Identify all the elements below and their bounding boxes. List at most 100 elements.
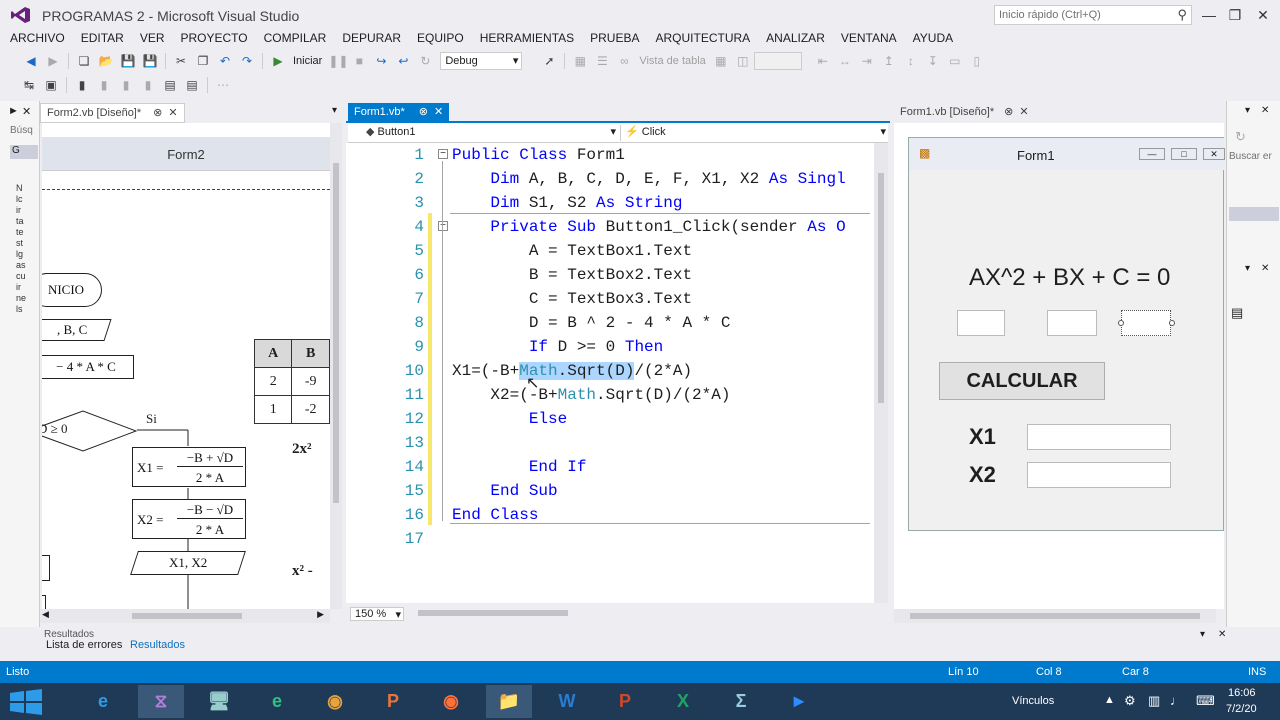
class-dropdown[interactable]: ◆ Button1 ▾ bbox=[366, 125, 616, 141]
pin-icon[interactable]: ⊗ bbox=[419, 106, 428, 118]
clock-date[interactable]: 7/2/20 bbox=[1226, 703, 1257, 715]
windows-start-icon[interactable] bbox=[8, 689, 44, 715]
close-button[interactable]: ✕ bbox=[1250, 4, 1276, 26]
toolbox-item[interactable]: as bbox=[16, 260, 36, 271]
calculate-button[interactable]: CALCULAR bbox=[939, 362, 1105, 400]
toolbox-item[interactable]: ne bbox=[16, 293, 36, 304]
toolbox-item[interactable]: lc bbox=[16, 194, 36, 205]
size-select[interactable] bbox=[753, 52, 802, 70]
pause-icon[interactable]: ❚❚ bbox=[328, 53, 348, 69]
network-icon[interactable]: ▥ bbox=[1148, 693, 1160, 709]
code-line[interactable]: End Sub bbox=[452, 479, 557, 503]
chrome-icon[interactable]: ◉ bbox=[312, 685, 358, 718]
comment-icon[interactable]: ▤ bbox=[161, 77, 179, 93]
configuration-select[interactable]: Debug ▾ bbox=[440, 52, 523, 70]
visual-studio-icon[interactable]: ⧖ bbox=[138, 685, 184, 718]
pin-icon[interactable]: ⊗ bbox=[153, 107, 162, 119]
close-icon[interactable]: ✕ bbox=[1261, 263, 1269, 274]
menu-editar[interactable]: EDITAR bbox=[73, 30, 132, 48]
explorer-icon[interactable]: 📁 bbox=[486, 685, 532, 718]
powerpoint-icon[interactable]: P bbox=[602, 685, 648, 718]
collapse-icon[interactable]: − bbox=[438, 221, 448, 231]
find-icon[interactable]: ➚ bbox=[540, 53, 558, 69]
menu-ver[interactable]: VER bbox=[132, 30, 173, 48]
toolbox-search-label[interactable]: Búsq bbox=[10, 125, 33, 136]
links-toolbar[interactable]: Vínculos bbox=[1012, 695, 1054, 707]
redo-icon[interactable]: ↷ bbox=[238, 53, 256, 69]
tab-form2-design[interactable]: Form2.vb [Diseño]* ⊗ ✕ bbox=[40, 103, 185, 123]
toolbox-item[interactable]: ta bbox=[16, 216, 36, 227]
table-view-label[interactable]: Vista de tabla bbox=[639, 55, 705, 67]
align-bottom-icon[interactable]: ↧ bbox=[924, 53, 942, 69]
grid-icon[interactable]: ▦ bbox=[571, 53, 589, 69]
categorized-icon[interactable]: ▤ bbox=[1231, 305, 1243, 321]
chevron-down-icon[interactable]: ▾ bbox=[332, 105, 337, 116]
restore-button[interactable]: ❐ bbox=[1222, 4, 1248, 26]
menu-compilar[interactable]: COMPILAR bbox=[256, 30, 335, 48]
start-button[interactable]: Iniciar bbox=[293, 55, 322, 67]
code-line[interactable]: X1=(-B+Math.Sqrt(D)/(2*A) bbox=[452, 359, 692, 383]
code-line[interactable]: Private Sub Button1_Click(sender As O bbox=[452, 215, 845, 239]
close-icon[interactable]: ✕ bbox=[1261, 105, 1269, 116]
scroll-right-icon[interactable]: ▶ bbox=[317, 609, 324, 620]
menu-ayuda[interactable]: AYUDA bbox=[905, 30, 961, 48]
table-icon[interactable]: ▦ bbox=[712, 53, 730, 69]
more-icon[interactable]: ⋯ bbox=[214, 77, 232, 93]
x1-textbox[interactable] bbox=[1027, 424, 1171, 450]
close-icon[interactable]: ✕ bbox=[1019, 106, 1028, 118]
save-all-icon[interactable]: 💾 bbox=[141, 53, 159, 69]
code-line[interactable]: X2=(-B+Math.Sqrt(D)/(2*A) bbox=[452, 383, 730, 407]
toolbox-item[interactable]: cu bbox=[16, 271, 36, 282]
toolbox-item[interactable]: ir bbox=[16, 282, 36, 293]
menu-proyecto[interactable]: PROYECTO bbox=[173, 30, 256, 48]
x2-textbox[interactable] bbox=[1027, 462, 1171, 488]
align-center-icon[interactable]: ↔ bbox=[836, 53, 854, 69]
new-project-icon[interactable]: ❏ bbox=[75, 53, 93, 69]
code-area[interactable]: − − Public Class Form1 Dim A, B, C, D, E… bbox=[346, 143, 874, 603]
save-icon[interactable]: 💾 bbox=[119, 53, 137, 69]
vertical-scrollbar[interactable] bbox=[330, 123, 342, 609]
restart-icon[interactable]: ↻ bbox=[416, 53, 434, 69]
textbox2[interactable] bbox=[1047, 310, 1097, 336]
layout-icon[interactable]: ◫ bbox=[734, 53, 752, 69]
chevron-up-icon[interactable]: ▲ bbox=[1104, 694, 1115, 706]
method-dropdown[interactable]: ⚡ Click ▾ bbox=[620, 125, 886, 141]
code-line[interactable]: A = TextBox1.Text bbox=[452, 239, 692, 263]
same-width-icon[interactable]: ▭ bbox=[946, 53, 964, 69]
tab-results[interactable]: Resultados bbox=[130, 639, 185, 651]
tab-order-icon[interactable]: ↹ bbox=[20, 77, 38, 93]
stop-icon[interactable]: ■ bbox=[350, 53, 368, 69]
pin-icon[interactable]: ► bbox=[8, 105, 19, 117]
tab-error-list[interactable]: Lista de errores bbox=[46, 639, 122, 651]
firefox-icon[interactable]: ◉ bbox=[428, 685, 474, 718]
next-bookmark-icon[interactable]: ▮ bbox=[117, 77, 135, 93]
menu-equipo[interactable]: EQUIPO bbox=[409, 30, 472, 48]
link-icon[interactable]: ∞ bbox=[615, 53, 633, 69]
tab-form1-code[interactable]: Form1.vb* ⊗ ✕ bbox=[348, 103, 450, 123]
textbox3[interactable] bbox=[1118, 310, 1175, 336]
zoom-select[interactable]: 150 % ▾ bbox=[350, 607, 404, 621]
copy-icon[interactable]: ❐ bbox=[194, 53, 212, 69]
menu-depurar[interactable]: DEPURAR bbox=[334, 30, 409, 48]
toolbox-item[interactable]: N bbox=[16, 183, 36, 194]
quick-launch-input[interactable]: Inicio rápido (Ctrl+Q) ⚲ bbox=[994, 5, 1192, 25]
step-over-icon[interactable]: ↩ bbox=[394, 53, 412, 69]
collapse-icon[interactable]: − bbox=[438, 149, 448, 159]
toolbox-item[interactable]: te bbox=[16, 227, 36, 238]
align-right-icon[interactable]: ⇥ bbox=[858, 53, 876, 69]
close-toolbox-icon[interactable]: ✕ bbox=[22, 105, 31, 118]
undo-icon[interactable]: ↶ bbox=[216, 53, 234, 69]
tab-form1-design[interactable]: Form1.vb [Diseño]* ⊗ ✕ bbox=[894, 103, 1035, 123]
step-into-icon[interactable]: ↪ bbox=[372, 53, 390, 69]
align-icon[interactable]: ☰ bbox=[593, 53, 611, 69]
close-icon[interactable]: ✕ bbox=[168, 107, 177, 119]
menu-analizar[interactable]: ANALIZAR bbox=[758, 30, 833, 48]
open-icon[interactable]: 📂 bbox=[97, 53, 115, 69]
code-line[interactable]: If D >= 0 Then bbox=[452, 335, 663, 359]
align-middle-icon[interactable]: ↕ bbox=[902, 53, 920, 69]
math-icon[interactable]: Σ bbox=[718, 685, 764, 718]
back-icon[interactable]: ◀ bbox=[22, 53, 40, 69]
toolbox-group[interactable]: G bbox=[10, 145, 38, 159]
prev-bookmark-icon[interactable]: ▮ bbox=[95, 77, 113, 93]
ie-icon[interactable]: e bbox=[80, 685, 126, 718]
